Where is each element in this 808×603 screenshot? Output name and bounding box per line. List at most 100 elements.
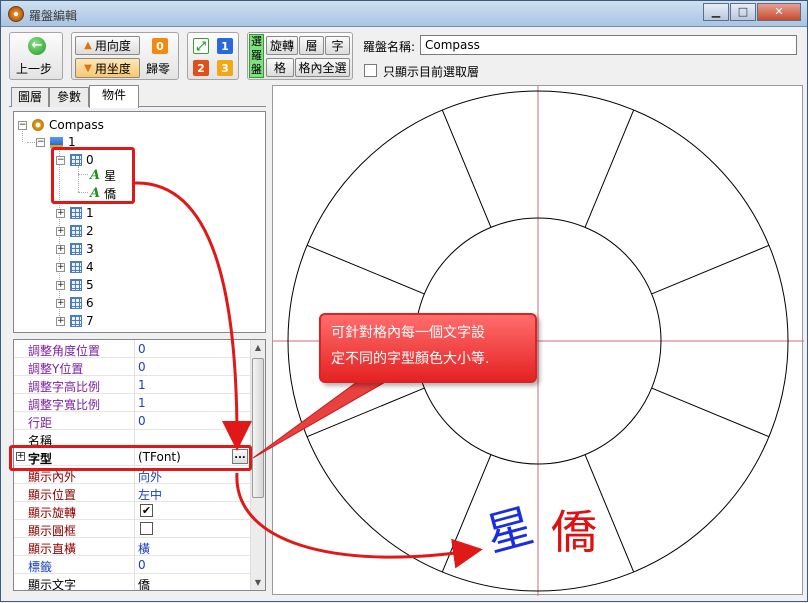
prop-name: 顯示圓框 <box>28 524 77 538</box>
tree-cell-label: 5 <box>86 278 94 292</box>
grid-icon <box>70 279 82 291</box>
grid-icon <box>70 261 82 273</box>
zero-badge-icon: 0 <box>152 38 168 54</box>
grid-icon <box>70 315 82 327</box>
maximize-button[interactable]: □ <box>730 3 756 21</box>
tree-cell-label: 7 <box>86 314 94 328</box>
prop-row[interactable]: 行距 0 <box>14 412 250 430</box>
use-angle-button[interactable]: ▲ 用向度 <box>75 36 140 55</box>
tree-cell-6[interactable]: 6 <box>70 295 94 311</box>
prop-row[interactable]: 調整字高比例 1 <box>14 376 250 394</box>
tree-cell-4[interactable]: 4 <box>70 259 94 275</box>
collapse-layer-icon[interactable]: − <box>36 138 45 147</box>
use-coord-button[interactable]: ▼ 用坐度 <box>75 58 140 78</box>
cell-select-all-button[interactable]: 格內全選 <box>295 58 350 77</box>
app-icon <box>8 6 24 22</box>
prop-name: 顯示旋轉 <box>28 506 77 520</box>
expand-cell5-icon[interactable]: + <box>56 281 65 290</box>
tree-cell-5[interactable]: 5 <box>70 277 94 293</box>
prop-value: 左中 <box>138 488 163 502</box>
ring-divider <box>651 387 770 438</box>
prop-row[interactable]: 標籤 0 <box>14 556 250 574</box>
collapse-root-icon[interactable]: − <box>18 121 27 130</box>
prop-value: 1 <box>138 396 146 410</box>
select-compass-button[interactable]: 選 羅 盤 <box>249 34 264 78</box>
reset-button[interactable]: 歸零 <box>146 60 170 77</box>
layer-button[interactable]: 層 <box>299 36 324 55</box>
prev-step-button[interactable]: ← 上一步 <box>10 33 62 79</box>
highlight-font-row <box>9 445 252 471</box>
prop-row[interactable]: 調整角度位置 0 <box>14 340 250 358</box>
prop-row[interactable]: 調整Y位置 0 <box>14 358 250 376</box>
tab-params[interactable]: 參數 <box>49 87 89 107</box>
layout-1-button[interactable]: 1 <box>217 38 233 54</box>
ring-divider <box>441 109 492 228</box>
tab-layers[interactable]: 圖層 <box>11 87 49 107</box>
tree-cell-label: 3 <box>86 242 94 256</box>
prop-row[interactable]: 顯示旋轉 ✔ <box>14 502 250 520</box>
callout-line-1: 可針對格內每一個文字設 <box>331 325 485 341</box>
tree-cell-1[interactable]: 1 <box>70 205 94 221</box>
expand-cell7-icon[interactable]: + <box>56 317 65 326</box>
ring-divider <box>584 109 635 228</box>
prop-name: 標籤 <box>28 560 53 574</box>
use-angle-label: 用向度 <box>94 39 131 53</box>
tab-objects[interactable]: 物件 <box>89 85 139 108</box>
circle-frame-checkbox[interactable] <box>140 522 153 535</box>
property-scrollbar[interactable]: ▲ ▼ <box>250 340 265 590</box>
selection-group: 選 羅 盤 旋轉 層 字 格 格內全選 <box>247 32 353 80</box>
prop-value: 1 <box>138 378 146 392</box>
scroll-thumb[interactable] <box>252 358 264 498</box>
prop-name: 調整Y位置 <box>28 362 84 376</box>
tree-root-label: Compass <box>49 118 104 132</box>
prop-value: 0 <box>138 342 146 356</box>
expand-cell3-icon[interactable]: + <box>56 245 65 254</box>
expand-cell4-icon[interactable]: + <box>56 263 65 272</box>
prop-row[interactable]: 顯示圓框 <box>14 520 250 538</box>
minimize-button[interactable]: ▁ <box>703 3 729 21</box>
rotate-button[interactable]: 旋轉 <box>266 36 298 55</box>
rotate-checkbox[interactable]: ✔ <box>140 504 153 517</box>
only-show-checkbox[interactable] <box>364 64 377 77</box>
tree-cell-3[interactable]: 3 <box>70 241 94 257</box>
window-title: 羅盤編輯 <box>29 9 78 23</box>
char-button[interactable]: 字 <box>325 36 350 55</box>
expand-cell6-icon[interactable]: + <box>56 299 65 308</box>
prop-value: 0 <box>138 558 146 572</box>
grid-icon <box>70 207 82 219</box>
scroll-down-icon[interactable]: ▼ <box>251 575 265 590</box>
compass-char-red: 僑 <box>551 505 597 559</box>
select-compass-char3: 盤 <box>251 63 262 76</box>
close-button[interactable]: ✕ <box>757 3 801 21</box>
expand-icon[interactable]: ⤢ <box>193 38 209 54</box>
left-panel: 圖層 參數 物件 − Compass − 1 − 0 A 星 A 僑 + 1 +… <box>9 85 266 595</box>
layout-3-button[interactable]: 3 <box>217 60 233 76</box>
grid-icon <box>70 243 82 255</box>
expand-cell1-icon[interactable]: + <box>56 209 65 218</box>
cell-button[interactable]: 格 <box>266 58 294 77</box>
title-bar: 羅盤編輯 ▁ □ ✕ <box>1 1 807 27</box>
compass-name-input[interactable]: Compass <box>420 35 797 55</box>
tree-cell-7[interactable]: 7 <box>70 313 94 329</box>
prop-name: 調整字高比例 <box>28 380 101 394</box>
scroll-up-icon[interactable]: ▲ <box>251 340 265 355</box>
prop-row[interactable]: 顯示位置 左中 <box>14 484 250 502</box>
prop-row[interactable]: 調整字寬比例 1 <box>14 394 250 412</box>
expand-cell2-icon[interactable]: + <box>56 227 65 236</box>
prop-name: 調整字寬比例 <box>28 398 101 412</box>
prop-name: 顯示文字 <box>28 578 77 591</box>
back-arrow-icon: ← <box>28 37 46 55</box>
layout-2-button[interactable]: 2 <box>193 60 209 76</box>
prop-row[interactable]: 顯示直橫 橫 <box>14 538 250 556</box>
select-compass-char1: 選 <box>251 35 262 48</box>
tree-root[interactable]: Compass <box>32 117 104 133</box>
ring-divider <box>306 244 425 295</box>
mode-group: ▲ 用向度 ▼ 用坐度 0 歸零 <box>71 32 179 80</box>
use-coord-label: 用坐度 <box>94 61 131 76</box>
main-window: 羅盤編輯 ▁ □ ✕ ← 上一步 ▲ 用向度 ▼ 用坐度 0 歸零 ⤢ 1 2 … <box>0 0 808 602</box>
callout-line-2: 定不同的字型顏色大小等. <box>331 351 490 367</box>
tree-cell-2[interactable]: 2 <box>70 223 94 239</box>
select-compass-char2: 羅 <box>251 49 262 62</box>
prop-row[interactable]: 顯示文字 僑 <box>14 574 250 591</box>
toolbar: ← 上一步 ▲ 用向度 ▼ 用坐度 0 歸零 ⤢ 1 2 3 選 羅 盤 旋轉 … <box>1 28 807 83</box>
